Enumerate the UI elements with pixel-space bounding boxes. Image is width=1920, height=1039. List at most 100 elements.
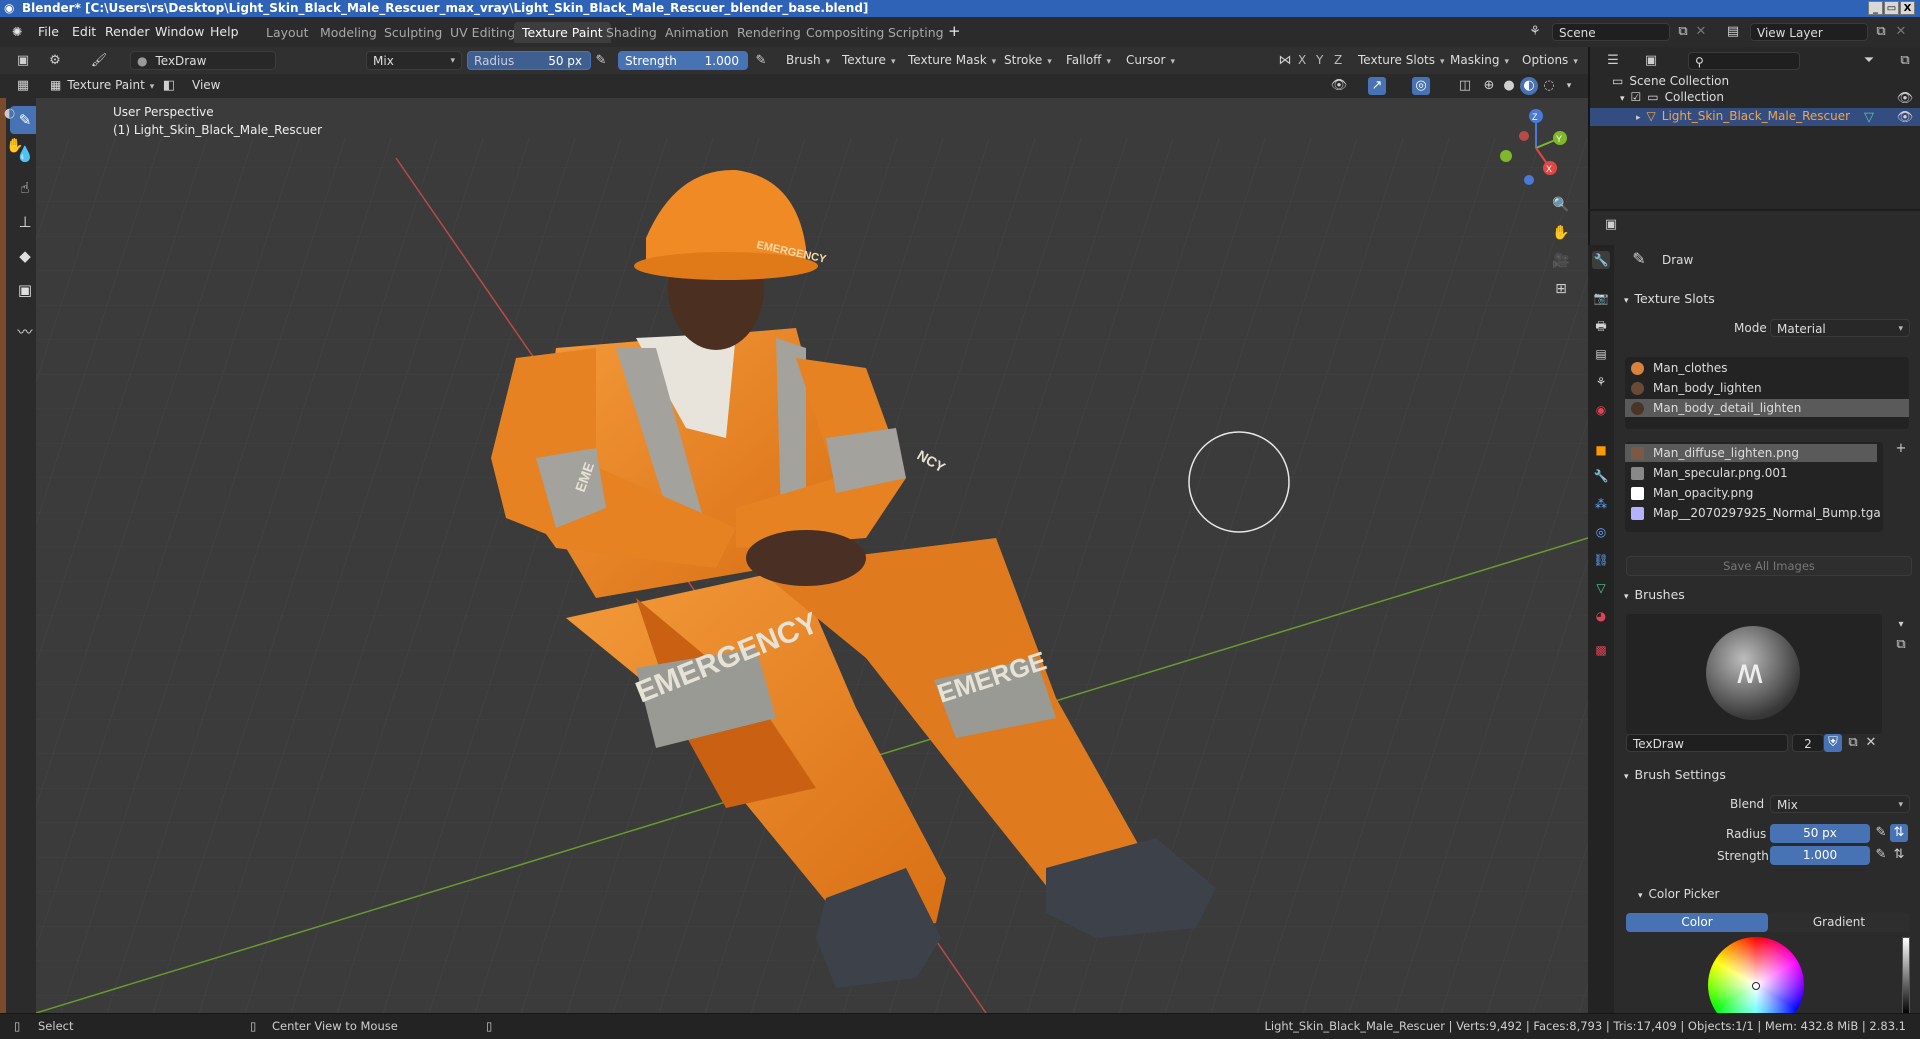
minimize-button[interactable]: _	[1868, 1, 1883, 15]
strength-slider[interactable]: Strength 1.000	[618, 51, 748, 70]
mode-dropdown[interactable]: Material ▾	[1770, 319, 1910, 337]
tab-shading[interactable]: Shading	[598, 22, 665, 43]
color-wheel-cursor[interactable]	[1752, 982, 1760, 990]
color-picker-header[interactable]: ▾ Color Picker	[1638, 887, 1719, 901]
data-tab-icon[interactable]: ▽	[1592, 579, 1610, 597]
outliner-object[interactable]: ▸ ▽ Light_Skin_Black_Male_Rescuer	[1636, 109, 1850, 123]
save-all-images-button[interactable]: Save All Images	[1626, 556, 1912, 576]
mirror-z-toggle[interactable]: Z	[1328, 51, 1348, 70]
menu-render[interactable]: Render	[105, 24, 150, 39]
texture-tab-icon[interactable]: ▩	[1592, 641, 1610, 659]
visibility-icon[interactable]: 👁	[1330, 77, 1348, 95]
outliner-scene-collection[interactable]: ▭ Scene Collection	[1612, 74, 1729, 88]
blender-menu-icon[interactable]: ✺	[12, 24, 22, 39]
strength-pressure-icon[interactable]: ✎	[1872, 846, 1890, 864]
menu-window[interactable]: Window	[155, 24, 204, 39]
mode-dropdown[interactable]: ▦ Texture Paint ▾	[44, 76, 160, 95]
paint-mask-icon[interactable]: ◧	[160, 77, 178, 95]
mirror-y-toggle[interactable]: Y	[1310, 51, 1329, 70]
tab-sculpting[interactable]: Sculpting	[376, 22, 450, 43]
xray-toggle-icon[interactable]: ◫	[1456, 77, 1474, 95]
display-mode-icon[interactable]: ▣	[1642, 52, 1660, 70]
ortho-toggle-icon[interactable]: ⊞	[1552, 280, 1570, 298]
texture-slots-header[interactable]: ▾ Texture Slots	[1624, 291, 1715, 306]
add-workspace-icon[interactable]: +	[948, 22, 961, 40]
unlink-brush-icon[interactable]: ✕	[1862, 734, 1880, 752]
delete-scene-icon[interactable]: ✕	[1692, 23, 1710, 41]
falloff-menu[interactable]: Falloff ▾	[1060, 51, 1117, 70]
outliner-editor-icon[interactable]: ☰	[1604, 52, 1622, 70]
image-slot[interactable]: Map__2070297925_Normal_Bump.tga	[1625, 504, 1881, 522]
render-tab-icon[interactable]: 📷	[1592, 289, 1610, 307]
tab-texture-paint[interactable]: Texture Paint	[514, 22, 611, 43]
world-tab-icon[interactable]: ◉	[1592, 401, 1610, 419]
radius-pressure-icon[interactable]: ✎	[1872, 824, 1890, 842]
texture-menu[interactable]: Texture ▾	[836, 51, 901, 70]
viewport-toggle-icon[interactable]: ◐	[4, 106, 15, 121]
overlay-toggle-icon[interactable]: ◎	[1412, 77, 1430, 95]
tab-rendering[interactable]: Rendering	[729, 22, 809, 43]
texture-mask-menu[interactable]: Texture Mask ▾	[902, 51, 1002, 70]
value-slider[interactable]	[1902, 937, 1910, 1015]
brush-new-icon[interactable]: ⧉	[1892, 636, 1910, 654]
checkbox-icon[interactable]: ☑	[1631, 90, 1642, 104]
brush-expand-icon[interactable]: ▾	[1892, 616, 1910, 634]
tab-layout[interactable]: Layout	[258, 22, 317, 43]
brush-name-field[interactable]: ● TexDraw	[130, 51, 276, 70]
strength-unified-icon[interactable]: ⇅	[1890, 846, 1908, 864]
3d-viewport[interactable]: EMERGENCY EMERGENCY EMERGE EME NCY Z Y X…	[36, 98, 1588, 1013]
outliner-collection[interactable]: ▾ ☑ ▭ Collection	[1620, 90, 1724, 104]
tool-select-icon[interactable]: ⚙	[46, 52, 64, 70]
tab-uv-editing[interactable]: UV Editing	[442, 22, 523, 43]
zoom-icon[interactable]: 🔍	[1552, 196, 1570, 214]
fake-user-shield-icon[interactable]: ⛨	[1824, 734, 1842, 752]
delete-view-layer-icon[interactable]: ✕	[1892, 23, 1910, 41]
scene-icon[interactable]: ⚘	[1526, 23, 1544, 41]
material-item[interactable]: Man_clothes	[1625, 359, 1909, 377]
masking-menu[interactable]: Masking ▾	[1444, 51, 1515, 70]
pan-icon[interactable]: ✋	[1552, 224, 1570, 242]
strength-field[interactable]: 1.000	[1770, 846, 1870, 865]
physics-tab-icon[interactable]: ◎	[1592, 523, 1610, 541]
tab-scripting[interactable]: Scripting	[880, 22, 952, 43]
duplicate-brush-icon[interactable]: ⧉	[1844, 734, 1862, 752]
radius-pressure-icon[interactable]: ✎	[592, 52, 610, 70]
wireframe-shading-icon[interactable]: ⊕	[1480, 77, 1498, 95]
menu-file[interactable]: File	[38, 24, 59, 39]
blend-mode-dropdown[interactable]: Mix ▾	[366, 51, 462, 70]
collection-visibility-icon[interactable]: 👁	[1896, 90, 1914, 108]
menu-edit[interactable]: Edit	[72, 24, 96, 39]
filter-icon[interactable]: ⏷	[1860, 52, 1878, 70]
options-menu[interactable]: Options ▾	[1516, 51, 1584, 70]
brush-preview[interactable]: ʍ	[1626, 614, 1882, 734]
view-layer-selector[interactable]: View Layer	[1750, 23, 1868, 41]
image-slot[interactable]: Man_specular.png.001	[1625, 464, 1877, 482]
strength-pressure-icon[interactable]: ✎	[752, 52, 770, 70]
cursor-menu[interactable]: Cursor ▾	[1120, 51, 1181, 70]
add-slot-icon[interactable]: +	[1892, 440, 1910, 458]
color-tab[interactable]: Color	[1626, 913, 1768, 932]
object-visibility-icon[interactable]: 👁	[1896, 109, 1914, 127]
new-scene-icon[interactable]: ⧉	[1674, 23, 1692, 41]
close-button[interactable]: X	[1900, 1, 1915, 15]
outliner-search-field[interactable]: ⚲	[1688, 52, 1800, 70]
tab-modeling[interactable]: Modeling	[312, 22, 385, 43]
material-tab-icon[interactable]: ◕	[1592, 607, 1610, 625]
pan-hand-icon[interactable]: ✋	[6, 138, 23, 154]
camera-view-icon[interactable]: 🎥	[1552, 252, 1570, 270]
texture-slots-menu[interactable]: Texture Slots ▾	[1352, 51, 1451, 70]
tab-compositing[interactable]: Compositing	[798, 22, 892, 43]
menu-help[interactable]: Help	[210, 24, 239, 39]
tool-tab-icon[interactable]: 🔧	[1592, 251, 1610, 269]
image-slot[interactable]: Man_opacity.png	[1625, 484, 1877, 502]
material-item-selected[interactable]: Man_body_detail_lighten	[1625, 399, 1909, 417]
output-tab-icon[interactable]: 🖶	[1592, 317, 1610, 335]
modifier-tab-icon[interactable]: 🔧	[1592, 467, 1610, 485]
new-collection-icon[interactable]: ⧉	[1896, 52, 1914, 70]
constraints-tab-icon[interactable]: ⛓	[1592, 551, 1610, 569]
blend-dropdown[interactable]: Mix ▾	[1770, 795, 1910, 813]
expand-arrow-icon[interactable]: ▸	[1636, 113, 1641, 123]
radius-slider[interactable]: Radius 50 px	[467, 51, 591, 70]
object-tab-icon[interactable]: ■	[1592, 441, 1610, 459]
tab-animation[interactable]: Animation	[657, 22, 737, 43]
